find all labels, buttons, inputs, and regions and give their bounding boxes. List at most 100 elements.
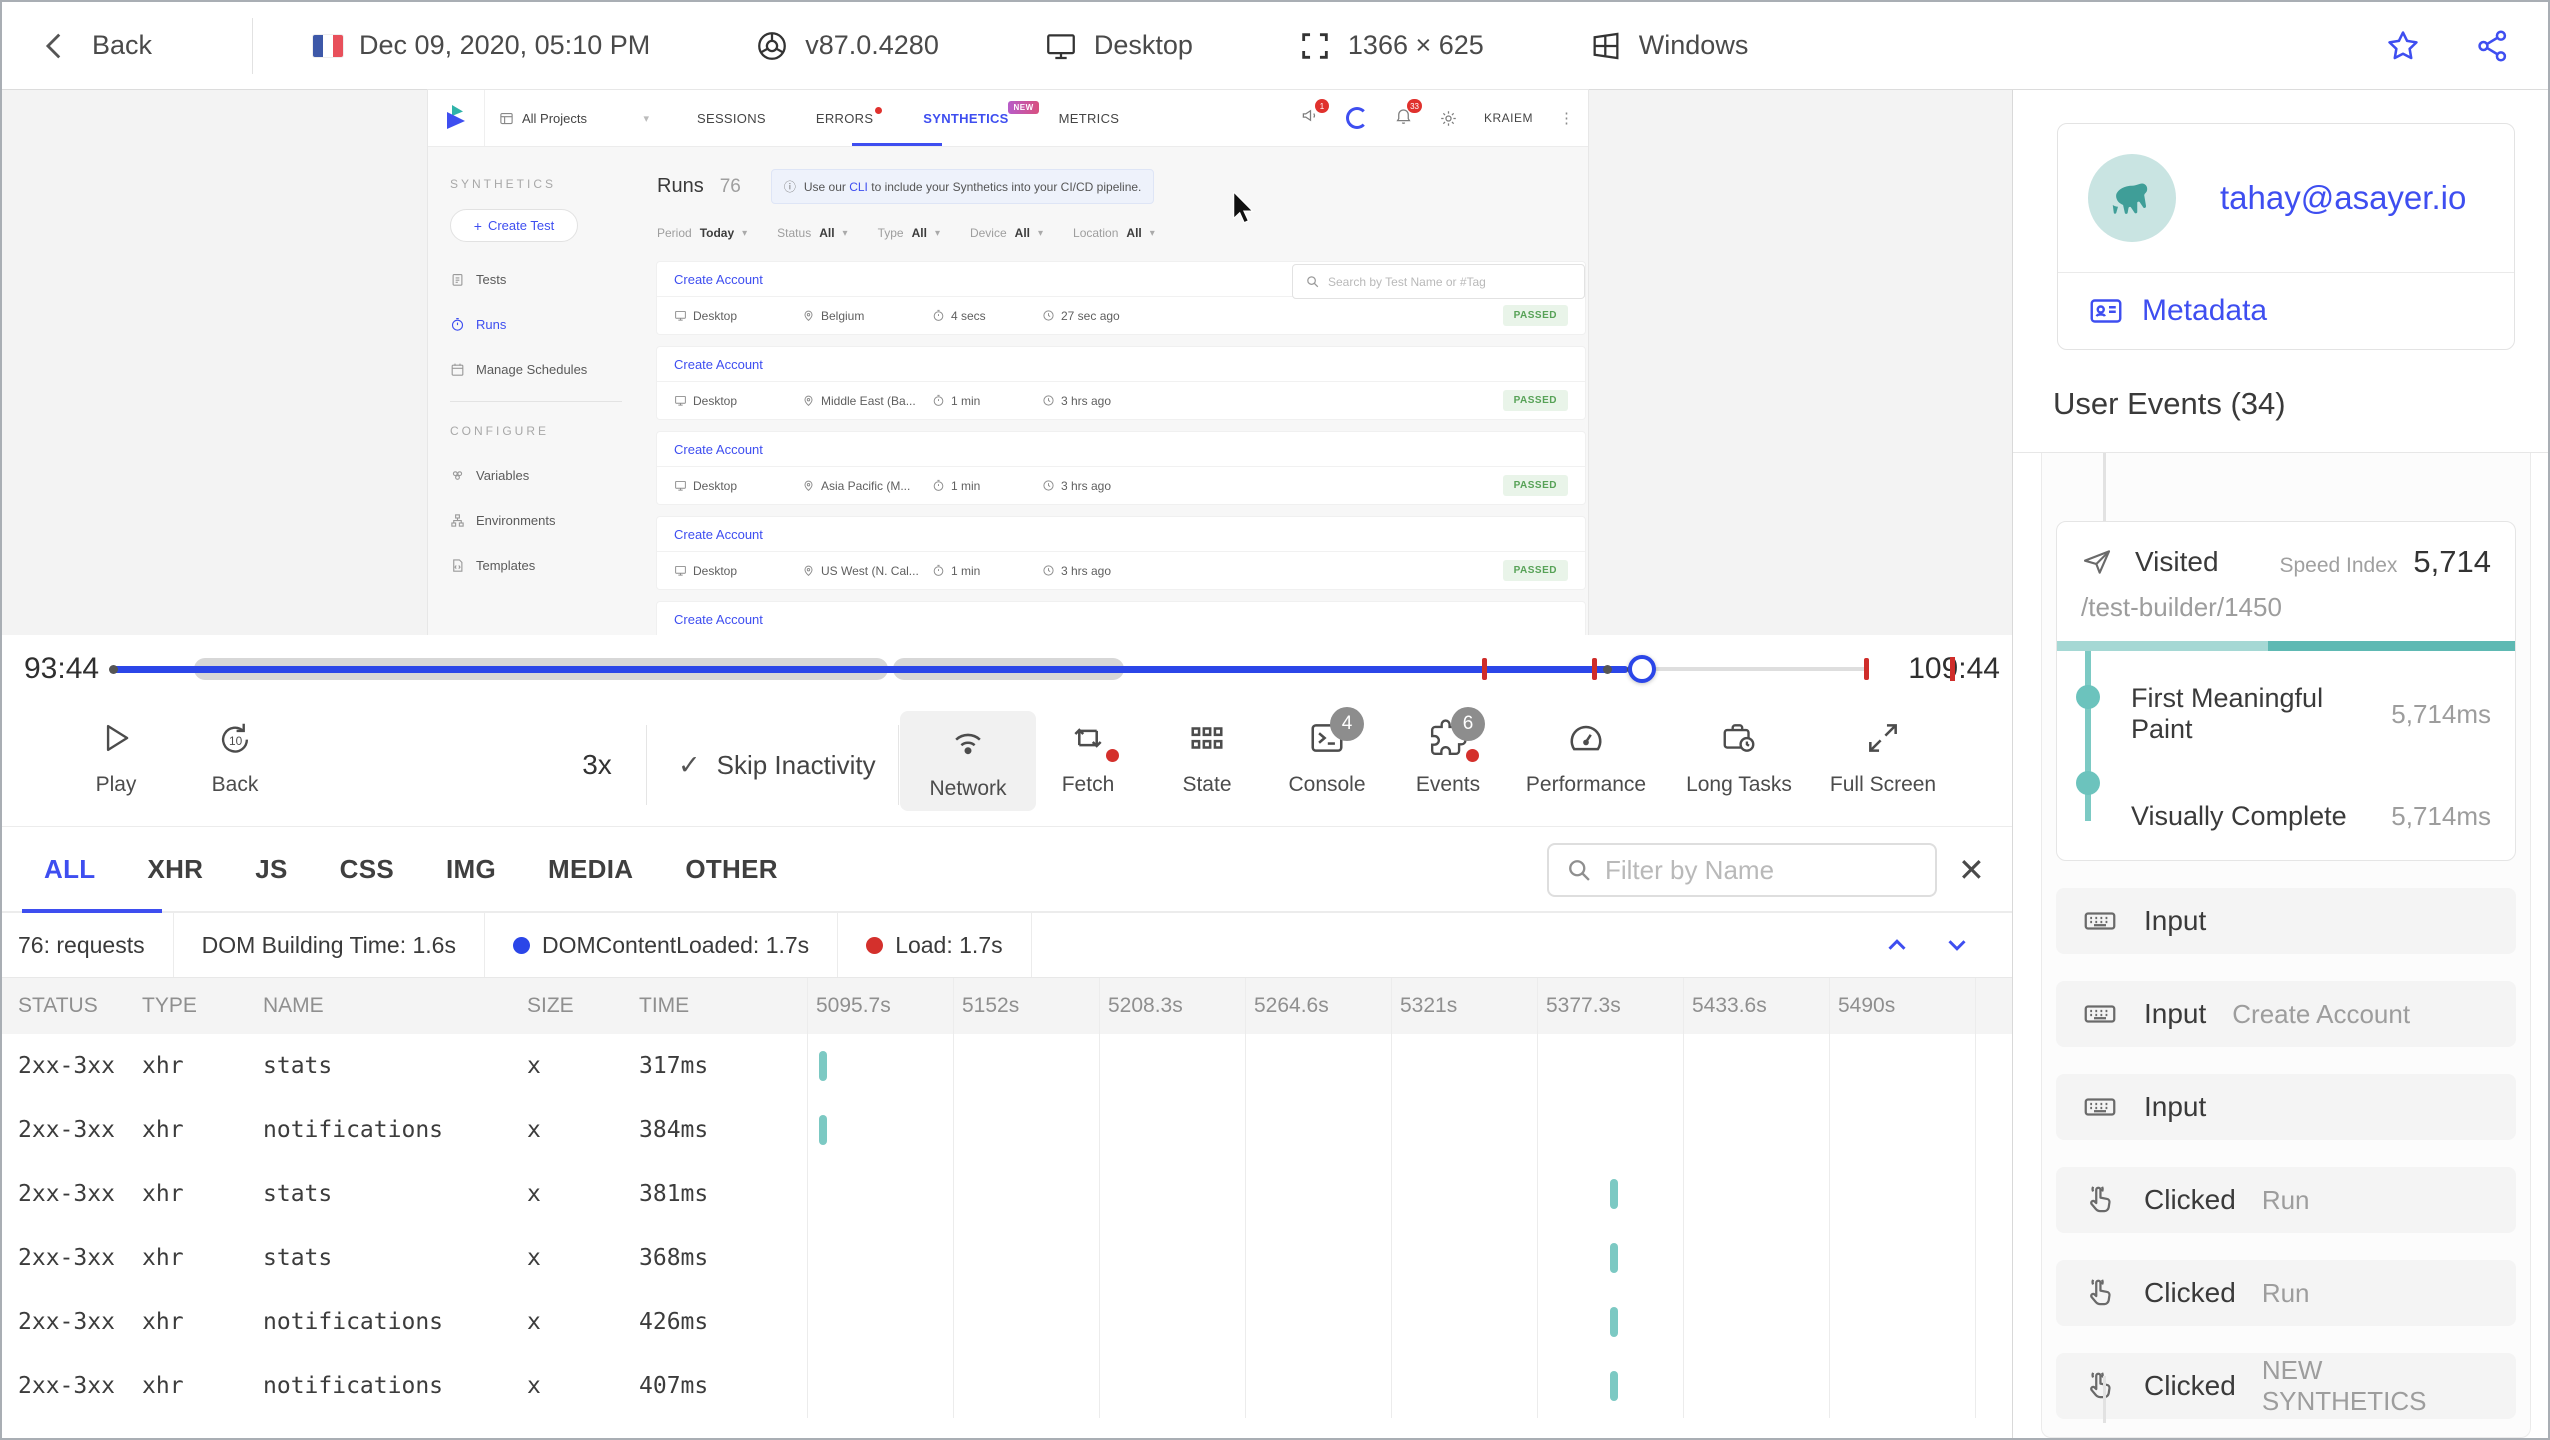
filter-location[interactable]: Location All ▾: [1073, 226, 1155, 240]
timeline-track[interactable]: [109, 654, 1869, 684]
france-flag-icon: [313, 34, 344, 57]
check-icon: ✓: [678, 749, 701, 780]
run-card[interactable]: Create Account Desktop US West (N. Cal..…: [657, 517, 1585, 589]
tab-media[interactable]: MEDIA: [548, 854, 633, 885]
kebab-menu-icon[interactable]: ⋮: [1559, 109, 1574, 127]
user-menu[interactable]: KRAIEM: [1484, 111, 1533, 125]
sidebar-item-variables[interactable]: Variables: [450, 468, 622, 483]
cubes-icon: [452, 471, 463, 480]
click-event-card[interactable]: Clicked Run: [2056, 1167, 2516, 1233]
nav-metrics[interactable]: METRICS: [1059, 111, 1120, 126]
filter-device[interactable]: Device All ▾: [970, 226, 1043, 240]
click-event-card[interactable]: Clicked Run: [2056, 1260, 2516, 1326]
run-test-name[interactable]: Create Account: [657, 517, 1585, 551]
play-button[interactable]: Play: [61, 719, 171, 797]
nav-sessions[interactable]: SESSIONS: [697, 111, 766, 126]
sidebar-item-templates[interactable]: Templates: [450, 558, 622, 573]
run-test-name[interactable]: Create Account: [657, 602, 1585, 635]
loading-spinner-icon: [1345, 107, 1368, 129]
metric-value: 5,714ms: [2391, 698, 2491, 729]
run-card[interactable]: Create Account Desktop Asia Pacific (M..…: [657, 432, 1585, 504]
network-filter-input[interactable]: [1605, 854, 1919, 886]
tab-img[interactable]: IMG: [446, 854, 496, 885]
events-panel-button[interactable]: 6 Events: [1393, 707, 1503, 797]
sidebar-item-tests[interactable]: Tests: [450, 272, 622, 287]
location-pin-icon: [804, 310, 813, 322]
gear-icon[interactable]: [1439, 109, 1458, 128]
create-test-button[interactable]: + Create Test: [450, 209, 578, 242]
request-type: xhr: [142, 1117, 184, 1143]
announcements-button[interactable]: 1: [1301, 99, 1329, 130]
table-row[interactable]: 2xx-3xx xhr stats x 317ms: [2, 1034, 2012, 1098]
paper-plane-icon: [2083, 550, 2111, 574]
nav-synthetics[interactable]: SYNTHETICS NEW: [923, 100, 1039, 126]
chrome-icon: [758, 31, 787, 60]
filter-type[interactable]: Type All ▾: [878, 226, 940, 240]
network-filter-box[interactable]: [1547, 843, 1937, 897]
tab-css[interactable]: CSS: [340, 854, 394, 885]
long-tasks-panel-button[interactable]: Long Tasks: [1678, 719, 1800, 797]
test-search-input[interactable]: [1328, 274, 1572, 289]
visited-event-card[interactable]: Visited Speed Index 5,714 /test-builder/…: [2056, 521, 2516, 861]
sidebar-item-runs[interactable]: Runs: [450, 317, 622, 332]
filter-period[interactable]: Period Today ▾: [657, 226, 747, 240]
project-selector[interactable]: All Projects ▾: [499, 111, 649, 126]
table-row[interactable]: 2xx-3xx xhr notifications x 426ms: [2, 1290, 2012, 1354]
jump-previous-icon[interactable]: [1882, 930, 1912, 960]
table-row[interactable]: 2xx-3xx xhr notifications x 407ms: [2, 1354, 2012, 1418]
test-search-box[interactable]: [1292, 264, 1585, 299]
user-email-link[interactable]: tahay@asayer.io: [2220, 179, 2466, 217]
table-row[interactable]: 2xx-3xx xhr notifications x 384ms: [2, 1098, 2012, 1162]
session-info-sidebar: tahay@asayer.io Metadata User Events (34…: [2012, 90, 2548, 1438]
jump-next-icon[interactable]: [1942, 930, 1972, 960]
fetch-panel-button[interactable]: Fetch: [1033, 719, 1143, 797]
back-button[interactable]: Back: [38, 29, 152, 63]
blue-dot-icon: [512, 936, 530, 954]
run-card[interactable]: Create Account Desktop Middle East (Ba..…: [657, 347, 1585, 419]
playback-speed-button[interactable]: 3x: [562, 703, 632, 827]
request-time: 381ms: [639, 1181, 709, 1207]
close-panel-icon[interactable]: ✕: [1958, 851, 1985, 889]
input-event-card[interactable]: Input: [2056, 888, 2516, 954]
state-panel-button[interactable]: State: [1152, 719, 1262, 797]
metadata-button[interactable]: Metadata: [2058, 272, 2514, 349]
table-row[interactable]: 2xx-3xx xhr stats x 381ms: [2, 1162, 2012, 1226]
playhead-handle[interactable]: [1628, 655, 1656, 683]
filter-status[interactable]: Status All ▾: [777, 226, 847, 240]
request-size: x: [527, 1053, 541, 1079]
click-event-card[interactable]: Clicked NEW SYNTHETICS: [2056, 1353, 2516, 1419]
playback-timeline[interactable]: 93:44 109:44: [2, 635, 2012, 703]
tab-all[interactable]: ALL: [44, 854, 95, 885]
user-profile-card: tahay@asayer.io Metadata: [2057, 123, 2515, 350]
input-event-card[interactable]: Input: [2056, 1074, 2516, 1140]
network-panel-button[interactable]: Network: [900, 711, 1036, 811]
run-test-name[interactable]: Create Account: [657, 347, 1585, 381]
briefcase-clock-icon: [1723, 724, 1755, 752]
request-waterfall: [807, 1098, 2012, 1162]
console-panel-button[interactable]: 4 Console: [1272, 707, 1382, 797]
favorite-star-icon[interactable]: [2384, 27, 2422, 65]
tab-other[interactable]: OTHER: [685, 854, 778, 885]
tab-xhr[interactable]: XHR: [147, 854, 203, 885]
back-10s-button[interactable]: 10 Back: [180, 719, 290, 797]
visited-url: /test-builder/1450: [2081, 592, 2282, 622]
sidebar-item-environments[interactable]: Environments: [450, 513, 622, 528]
nav-errors[interactable]: ERRORS: [816, 106, 883, 126]
share-icon[interactable]: [2474, 27, 2512, 65]
time-column-label: 5264.6s: [1254, 994, 1329, 1017]
tab-js[interactable]: JS: [255, 854, 287, 885]
performance-panel-button[interactable]: Performance: [1521, 719, 1651, 797]
sidebar-item-manage-schedules[interactable]: Manage Schedules: [450, 362, 622, 377]
table-row[interactable]: 2xx-3xx xhr stats x 368ms: [2, 1226, 2012, 1290]
time-column-label: 5377.3s: [1546, 994, 1621, 1017]
run-test-name[interactable]: Create Account: [657, 432, 1585, 466]
notifications-button[interactable]: 33: [1394, 99, 1422, 130]
monitor-icon: [675, 565, 686, 576]
input-event-card[interactable]: Input Create Account: [2056, 981, 2516, 1047]
announcements-count: 1: [1314, 99, 1329, 113]
chevron-left-icon: [45, 33, 61, 58]
full-screen-button[interactable]: Full Screen: [1823, 719, 1943, 797]
run-card[interactable]: Create Account Desktop Canada (Centra...…: [657, 602, 1585, 635]
cli-link[interactable]: CLI: [849, 180, 868, 194]
skip-inactivity-toggle[interactable]: ✓ Skip Inactivity: [678, 703, 876, 827]
